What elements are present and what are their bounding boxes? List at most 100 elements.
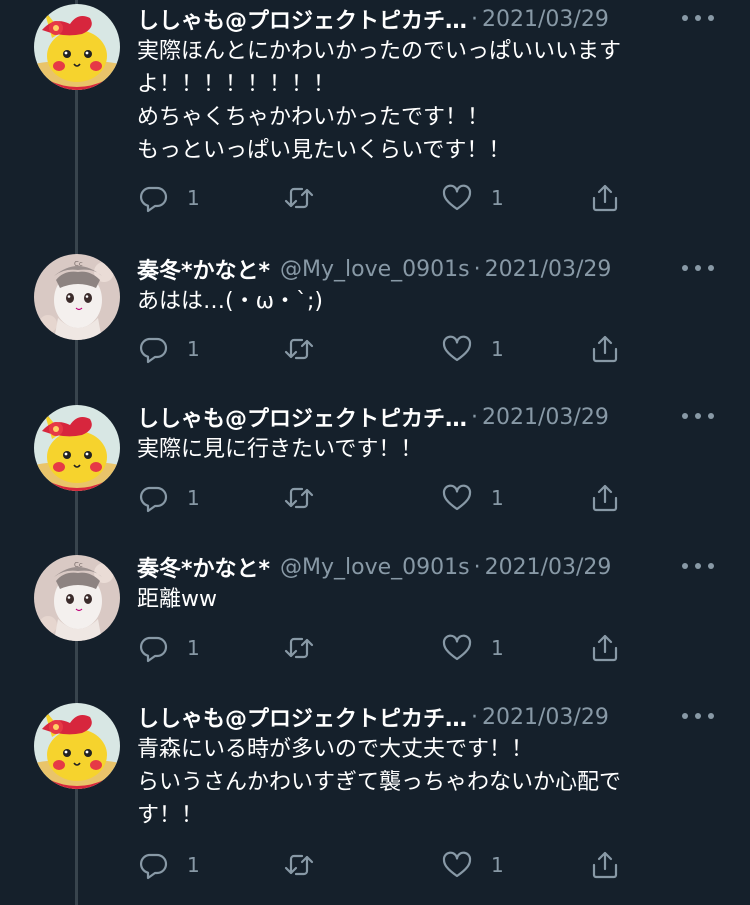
retweet-button[interactable] xyxy=(283,178,315,218)
svg-text:Cc: Cc xyxy=(74,260,83,268)
more-icon[interactable] xyxy=(682,258,714,278)
reply-icon xyxy=(139,853,168,880)
share-button[interactable] xyxy=(589,845,621,885)
heart-icon xyxy=(442,184,472,211)
share-icon xyxy=(592,851,618,879)
like-count: 1 xyxy=(491,853,504,877)
tweet-date[interactable]: 2021/03/29 xyxy=(482,705,609,730)
like-count: 1 xyxy=(491,636,504,660)
reply-icon xyxy=(139,186,168,213)
more-icon[interactable] xyxy=(682,556,714,576)
tweet-date[interactable]: 2021/03/29 xyxy=(485,555,612,580)
tweet-header: ししゃも@プロジェクトピカチ… · 2021/03/29 xyxy=(137,400,720,434)
retweet-icon xyxy=(284,487,314,509)
tweet-text: 実際ほんとにかわいかったのでいっぱいいいます よ！！！！！！！！ めちゃくちゃか… xyxy=(137,39,622,163)
avatar[interactable]: Cc xyxy=(34,555,120,641)
more-icon[interactable] xyxy=(682,406,714,426)
reply-count: 1 xyxy=(187,337,200,361)
tweet-header: ししゃも@プロジェクトピカチ… · 2021/03/29 xyxy=(137,700,720,734)
more-icon[interactable] xyxy=(682,706,714,726)
like-button[interactable]: 1 xyxy=(441,845,504,885)
reply-count: 1 xyxy=(187,486,200,510)
like-button[interactable]: 1 xyxy=(441,178,504,218)
kanato-avatar-image: Cc xyxy=(34,254,120,340)
author-name[interactable]: ししゃも@プロジェクトピカチ… xyxy=(137,3,467,35)
like-count: 1 xyxy=(491,486,504,510)
share-icon xyxy=(592,484,618,512)
like-button[interactable]: 1 xyxy=(441,478,504,518)
like-button[interactable]: 1 xyxy=(441,628,504,668)
reply-icon xyxy=(139,636,168,663)
share-icon xyxy=(592,634,618,662)
separator-dot: · xyxy=(473,554,481,580)
pikachu-avatar-image xyxy=(34,4,120,90)
like-count: 1 xyxy=(491,186,504,210)
retweet-button[interactable] xyxy=(283,329,315,369)
separator-dot: · xyxy=(471,404,479,430)
tweet-actions: 11 xyxy=(137,478,637,518)
retweet-button[interactable] xyxy=(283,478,315,518)
share-button[interactable] xyxy=(589,628,621,668)
separator-dot: · xyxy=(471,704,479,730)
author-name[interactable]: 奏冬*かなと* xyxy=(137,551,270,583)
reply-count: 1 xyxy=(187,636,200,660)
reply-button[interactable]: 1 xyxy=(137,628,200,668)
pikachu-avatar-image xyxy=(34,405,120,491)
tweet-text: あはは…(・ω・`;) xyxy=(137,289,324,314)
kanato-avatar-image: Cc xyxy=(34,555,120,641)
tweet-text: 距離ww xyxy=(137,587,217,612)
separator-dot: · xyxy=(471,6,479,32)
reply-count: 1 xyxy=(187,186,200,210)
share-button[interactable] xyxy=(589,178,621,218)
reply-icon xyxy=(139,486,168,513)
reply-icon xyxy=(139,337,168,364)
conversation-thread: ししゃも@プロジェクトピカチ… · 2021/03/29 実際ほんとにかわいかっ… xyxy=(0,0,750,905)
retweet-icon xyxy=(284,854,314,876)
avatar[interactable]: Cc xyxy=(34,254,120,340)
author-name[interactable]: 奏冬*かなと* xyxy=(137,253,270,285)
tweet-header: ししゃも@プロジェクトピカチ… · 2021/03/29 xyxy=(137,2,720,36)
avatar[interactable] xyxy=(34,405,120,491)
reply-button[interactable]: 1 xyxy=(137,845,200,885)
avatar[interactable] xyxy=(34,703,120,789)
tweet-date[interactable]: 2021/03/29 xyxy=(485,257,612,282)
tweet-header: 奏冬*かなと* @My_love_0901s · 2021/03/29 xyxy=(137,252,720,286)
tweet-actions: 11 xyxy=(137,178,637,218)
reply-button[interactable]: 1 xyxy=(137,329,200,369)
tweet-header: 奏冬*かなと* @My_love_0901s · 2021/03/29 xyxy=(137,550,720,584)
svg-text:Cc: Cc xyxy=(74,561,83,569)
like-count: 1 xyxy=(491,337,504,361)
tweet-actions: 11 xyxy=(137,329,637,369)
more-icon[interactable] xyxy=(682,8,714,28)
tweet-date[interactable]: 2021/03/29 xyxy=(482,7,609,32)
share-button[interactable] xyxy=(589,329,621,369)
heart-icon xyxy=(442,335,472,362)
tweet-text: 青森にいる時が多いので大丈夫です！！ らいうさんかわいすぎて襲っちゃわないか心配… xyxy=(137,737,622,828)
retweet-button[interactable] xyxy=(283,628,315,668)
tweet-text: 実際に見に行きたいです！！ xyxy=(137,437,423,462)
share-icon xyxy=(592,335,618,363)
share-icon xyxy=(592,184,618,212)
reply-count: 1 xyxy=(187,853,200,877)
like-button[interactable]: 1 xyxy=(441,329,504,369)
author-handle[interactable]: @My_love_0901s xyxy=(280,555,470,580)
author-name[interactable]: ししゃも@プロジェクトピカチ… xyxy=(137,701,467,733)
tweet-actions: 11 xyxy=(137,845,637,885)
author-name[interactable]: ししゃも@プロジェクトピカチ… xyxy=(137,401,467,433)
retweet-button[interactable] xyxy=(283,845,315,885)
share-button[interactable] xyxy=(589,478,621,518)
author-handle[interactable]: @My_love_0901s xyxy=(280,257,470,282)
tweet-actions: 11 xyxy=(137,628,637,668)
heart-icon xyxy=(442,634,472,661)
avatar[interactable] xyxy=(34,4,120,90)
heart-icon xyxy=(442,851,472,878)
reply-button[interactable]: 1 xyxy=(137,178,200,218)
tweet-date[interactable]: 2021/03/29 xyxy=(482,405,609,430)
reply-button[interactable]: 1 xyxy=(137,478,200,518)
retweet-icon xyxy=(284,187,314,209)
separator-dot: · xyxy=(473,256,481,282)
heart-icon xyxy=(442,484,472,511)
retweet-icon xyxy=(284,338,314,360)
pikachu-avatar-image xyxy=(34,703,120,789)
retweet-icon xyxy=(284,637,314,659)
